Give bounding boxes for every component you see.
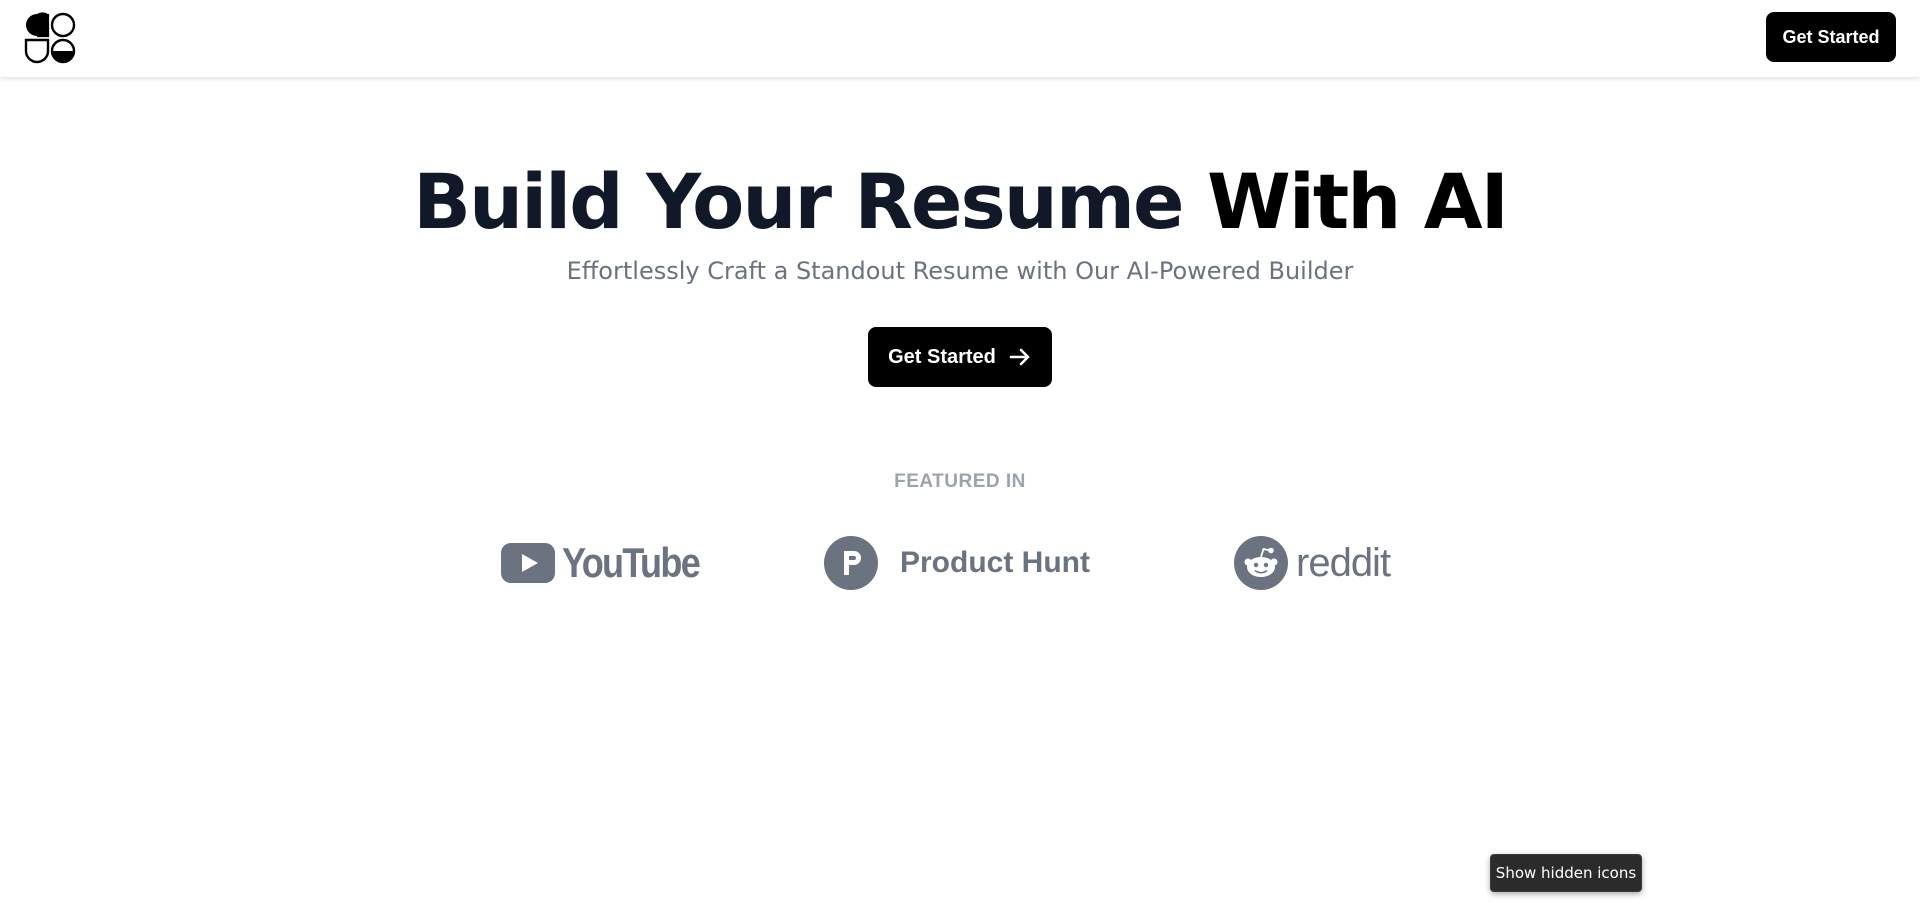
- product-hunt-logo[interactable]: Product Hunt: [824, 535, 1090, 591]
- hero-get-started-button[interactable]: Get Started: [868, 327, 1052, 387]
- hero-title-part-2: With AI: [1207, 157, 1509, 246]
- youtube-wordmark: YouTube: [562, 539, 701, 586]
- hero-title: Build Your Resume With AI: [0, 157, 1920, 247]
- featured-logos: YouTube Product Hunt reddit: [0, 535, 1920, 605]
- header-get-started-button[interactable]: Get Started: [1766, 12, 1896, 62]
- show-hidden-icons-tooltip: Show hidden icons: [1490, 854, 1642, 892]
- youtube-logo[interactable]: YouTube: [500, 535, 721, 591]
- product-hunt-wordmark: Product Hunt: [900, 546, 1090, 579]
- hero-subtitle: Effortlessly Craft a Standout Resume wit…: [566, 257, 1354, 285]
- logo-icon[interactable]: [24, 12, 76, 64]
- featured-in-label: FEATURED IN: [894, 471, 1026, 492]
- top-navbar: Get Started: [0, 0, 1920, 77]
- four-petal-logo-icon: [24, 12, 76, 64]
- hero-title-part-1: Build Your Resume: [413, 157, 1184, 246]
- youtube-icon: [501, 543, 555, 583]
- reddit-logo[interactable]: reddit: [1234, 535, 1391, 591]
- arrow-right-icon: [1009, 348, 1030, 366]
- hero-get-started-label: Get Started: [888, 345, 996, 368]
- product-hunt-icon: [824, 536, 878, 590]
- reddit-icon: [1234, 536, 1288, 590]
- reddit-wordmark: reddit: [1296, 540, 1391, 585]
